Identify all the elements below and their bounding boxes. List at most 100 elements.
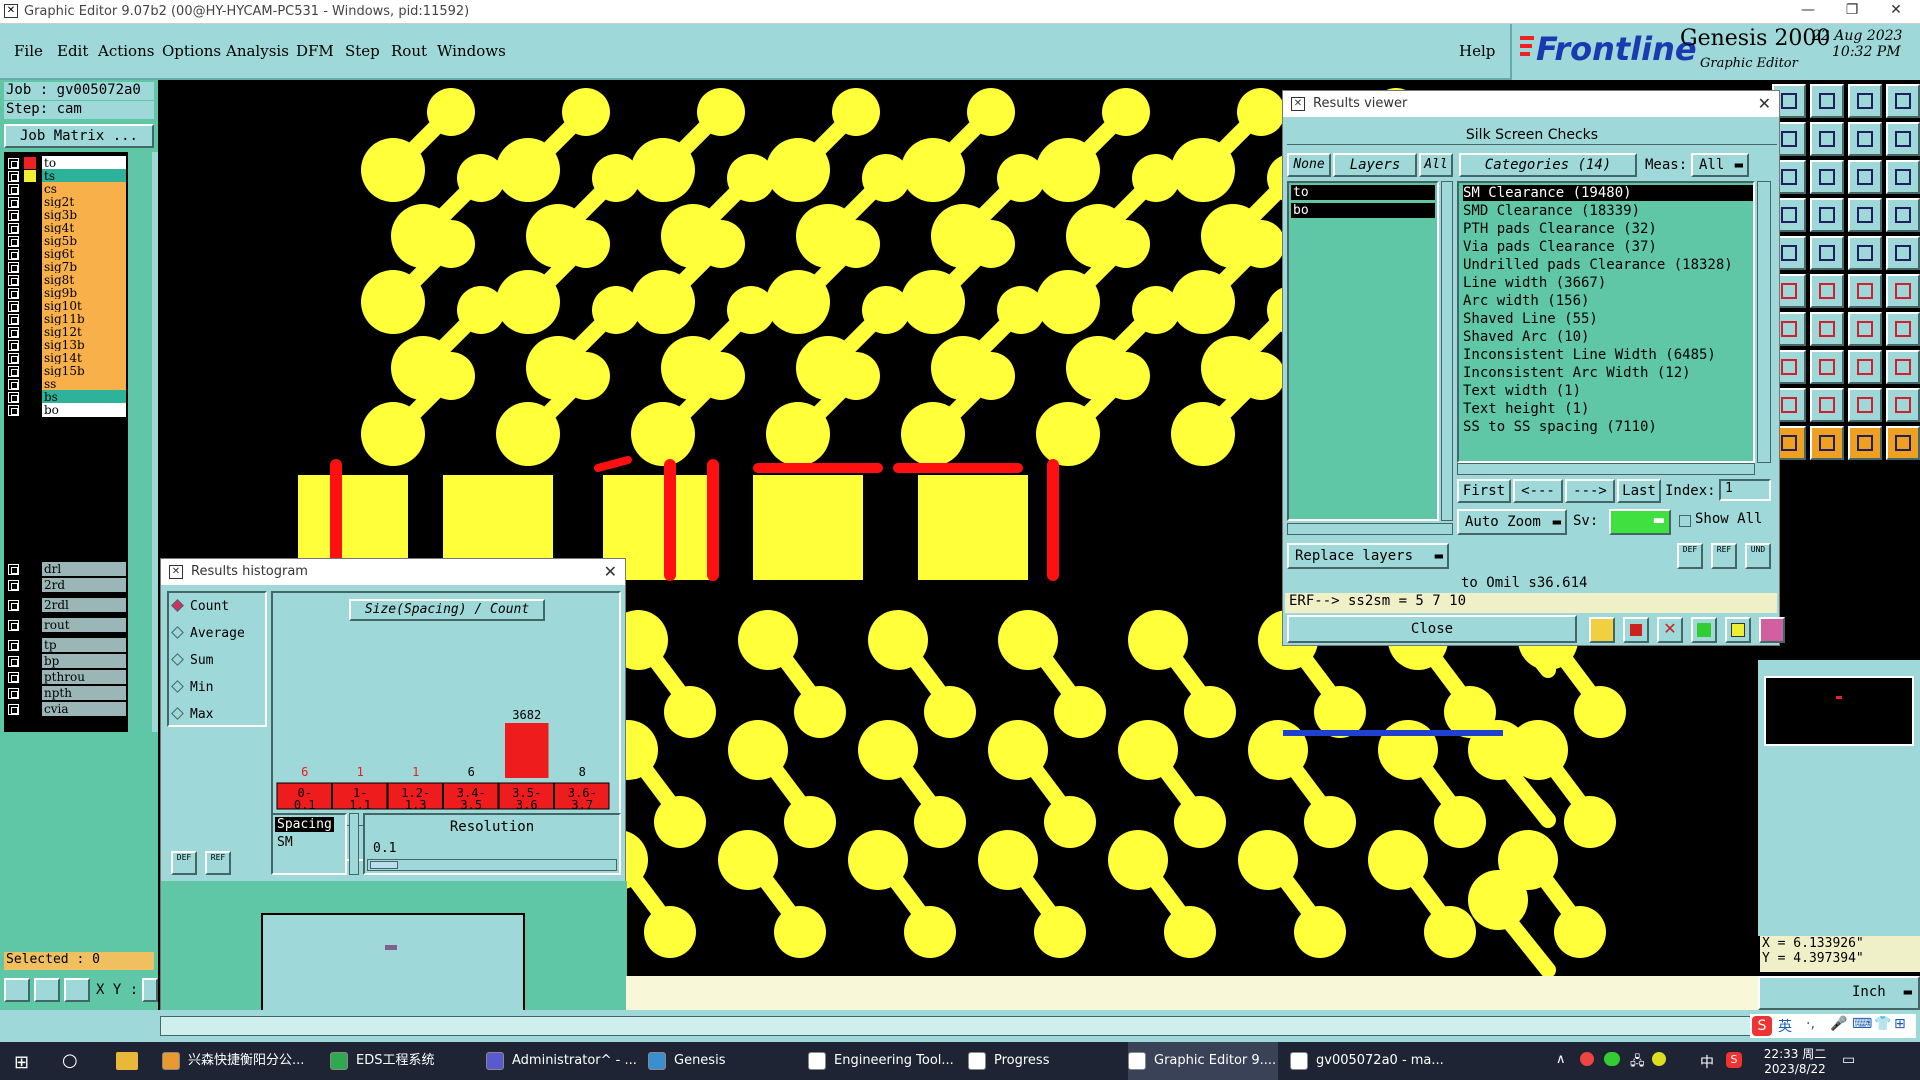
layer-name[interactable]: sig8t — [42, 273, 126, 287]
layers-button[interactable]: Layers — [1333, 153, 1417, 177]
layer-row[interactable]: bp — [6, 654, 126, 669]
menu-actions[interactable]: Actions — [98, 42, 154, 60]
spacing-list[interactable]: Spacing SM — [271, 813, 347, 875]
ref-button[interactable]: REF — [1711, 543, 1737, 569]
units-dropdown[interactable]: Inch ▬ — [1758, 976, 1920, 1010]
tray-yellow-icon[interactable] — [1652, 1052, 1666, 1066]
auto-zoom-dropdown[interactable]: Auto Zoom ▬ — [1457, 509, 1567, 535]
layer-name[interactable]: npth — [42, 686, 126, 700]
close-icon[interactable]: ✕ — [1874, 2, 1918, 22]
layer-checkbox[interactable] — [8, 600, 19, 611]
category-item[interactable]: SS to SS spacing (7110) — [1463, 419, 1657, 435]
layer-row[interactable]: drl — [6, 562, 126, 577]
grid-icon[interactable] — [64, 978, 90, 1002]
layer-name[interactable]: sig9b — [42, 286, 126, 300]
close-icon[interactable]: ✕ — [604, 562, 617, 581]
pointer3-icon[interactable] — [1848, 426, 1882, 460]
layer-checkbox[interactable] — [8, 275, 19, 286]
layer-checkbox[interactable] — [8, 672, 19, 683]
category-item[interactable]: Via pads Clearance (37) — [1463, 239, 1657, 255]
previous-button[interactable]: <--- — [1513, 479, 1563, 503]
layer-name[interactable]: sig7b — [42, 260, 126, 274]
category-item[interactable]: Shaved Arc (10) — [1463, 329, 1589, 345]
layer-name[interactable]: drl — [42, 562, 126, 576]
layers-all-button[interactable]: All — [1419, 153, 1453, 177]
category-item[interactable]: Text height (1) — [1463, 401, 1589, 417]
taskbar-app[interactable]: Genesis — [648, 1042, 798, 1080]
layer-name[interactable]: 2rdl — [42, 598, 126, 612]
radio-icon[interactable] — [171, 599, 184, 612]
file-explorer-icon[interactable] — [116, 1052, 138, 1070]
layer-checkbox[interactable] — [8, 158, 19, 169]
line2-icon[interactable] — [1810, 312, 1844, 346]
layer-checkbox[interactable] — [8, 210, 19, 221]
menu-edit[interactable]: Edit — [57, 42, 88, 60]
layer-checkbox[interactable] — [8, 366, 19, 377]
layer-checkbox[interactable] — [8, 249, 19, 260]
zoom-in-icon[interactable] — [1810, 84, 1844, 118]
taskbar-app[interactable]: Graphic Editor 9.... — [1128, 1042, 1278, 1080]
taskbar-app[interactable]: Administrator^ - ... — [486, 1042, 637, 1080]
bus-icon[interactable] — [1886, 312, 1920, 346]
last-button[interactable]: Last — [1617, 479, 1661, 503]
notification-icon[interactable]: ▭ — [1842, 1052, 1855, 1068]
aggregate-option[interactable]: Sum — [171, 653, 213, 673]
restore-icon[interactable]: ❐ — [1830, 2, 1874, 22]
layer-checkbox[interactable] — [8, 704, 19, 715]
layer-checkbox[interactable] — [8, 236, 19, 247]
layer-checkbox[interactable] — [8, 314, 19, 325]
close-icon[interactable]: ✕ — [1758, 94, 1771, 113]
layer-checkbox[interactable] — [8, 197, 19, 208]
def-button[interactable]: DEF — [171, 851, 197, 875]
category-item[interactable]: SMD Clearance (18339) — [1463, 203, 1640, 219]
apps-icon[interactable]: ⊞ — [1894, 1016, 1906, 1032]
command-line[interactable] — [626, 976, 1758, 1010]
layer-checkbox[interactable] — [8, 301, 19, 312]
layer-list-hscroll[interactable] — [1287, 523, 1453, 535]
pad-icon[interactable] — [1886, 236, 1920, 270]
layer-name[interactable]: ts — [42, 169, 126, 183]
layer-name[interactable]: 2rd — [42, 578, 126, 592]
keyboard-icon[interactable]: ⌨ — [1852, 1016, 1872, 1032]
report-icon[interactable] — [1725, 617, 1751, 643]
layer-checkbox[interactable] — [8, 262, 19, 273]
layer-checkbox[interactable] — [8, 184, 19, 195]
aggregate-option[interactable]: Max — [171, 707, 213, 727]
edit-icon[interactable] — [1810, 236, 1844, 270]
redraw-icon[interactable] — [1848, 122, 1882, 156]
sogou-icon[interactable]: S — [1726, 1052, 1742, 1068]
layer-name[interactable]: tp — [42, 638, 126, 652]
zoom-box-icon[interactable] — [4, 978, 30, 1002]
net-icon[interactable] — [1848, 198, 1882, 232]
compare-icon[interactable] — [1886, 198, 1920, 232]
first-button[interactable]: First — [1457, 479, 1511, 503]
wechat-icon[interactable] — [1604, 1052, 1620, 1066]
layer-list-scrollbar[interactable] — [1441, 181, 1453, 521]
sv-dropdown[interactable]: ▬ — [1609, 509, 1671, 535]
ruler-icon[interactable] — [1848, 236, 1882, 270]
layer-checkbox[interactable] — [8, 288, 19, 299]
layer-name[interactable]: sig10t — [42, 299, 126, 313]
layer-checkbox[interactable] — [8, 327, 19, 338]
layer-checkbox[interactable] — [8, 223, 19, 234]
layer-row[interactable]: bo — [6, 403, 126, 418]
radio-icon[interactable] — [171, 680, 184, 693]
radio-icon[interactable] — [171, 626, 184, 639]
person-icon[interactable]: 👕 — [1874, 1016, 1891, 1032]
windows-start-icon[interactable]: ⊞ — [14, 1052, 29, 1073]
layout-icon[interactable] — [1886, 84, 1920, 118]
mic-icon[interactable]: 🎤 — [1830, 1016, 1847, 1032]
layer-row[interactable]: 2rd — [6, 578, 126, 593]
layer-checkbox[interactable] — [8, 340, 19, 351]
replace-layers-dropdown[interactable]: Replace layers ▬ — [1287, 543, 1449, 569]
mini-map[interactable] — [1764, 676, 1914, 746]
job-matrix-button[interactable]: Job Matrix ... — [4, 124, 154, 148]
def-button[interactable]: DEF — [1677, 543, 1703, 569]
measure-icon[interactable] — [1886, 122, 1920, 156]
histogram-bar[interactable] — [505, 723, 549, 778]
triangle3-icon[interactable] — [1848, 388, 1882, 422]
layer-name[interactable]: bo — [42, 403, 126, 417]
layer-checkbox[interactable] — [8, 392, 19, 403]
category-item[interactable]: Arc width (156) — [1463, 293, 1589, 309]
next-button[interactable]: ---> — [1565, 479, 1615, 503]
